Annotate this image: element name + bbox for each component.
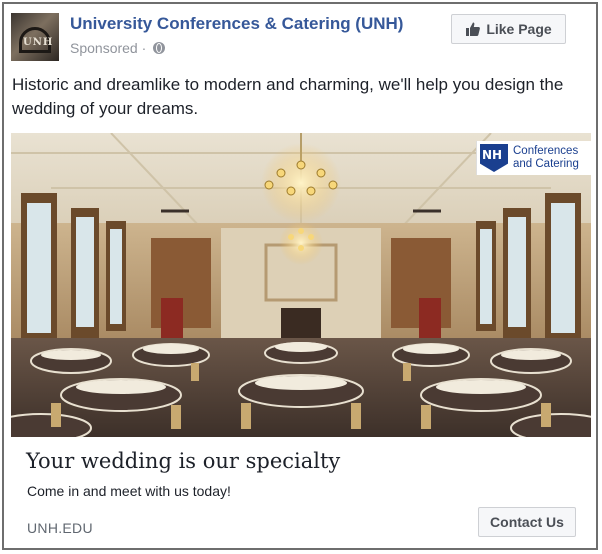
brand-line-1: Conferences (513, 145, 579, 157)
link-headline[interactable]: Your wedding is our specialty (26, 449, 340, 473)
brand-line-2: and Catering (513, 158, 579, 170)
link-domain: UNH.EDU (27, 520, 93, 536)
brand-text: Conferences and Catering (513, 145, 579, 171)
contact-us-button[interactable]: Contact Us (478, 507, 576, 537)
like-page-label: Like Page (486, 21, 552, 37)
sponsored-line: Sponsored · (70, 40, 166, 56)
ballroom-photo (11, 133, 591, 437)
meta-separator: · (137, 40, 151, 56)
unh-logo-text: NH (482, 148, 503, 162)
avatar-text: UNH (23, 37, 54, 48)
ad-image[interactable]: NH Conferences and Catering (11, 133, 591, 437)
link-description: Come in and meet with us today! (27, 483, 231, 499)
thumbs-up-icon (466, 22, 481, 36)
page-avatar[interactable]: UNH (11, 13, 59, 61)
sponsored-label[interactable]: Sponsored (70, 40, 138, 56)
brand-badge: NH Conferences and Catering (476, 141, 591, 175)
globe-icon (153, 42, 166, 54)
like-page-button[interactable]: Like Page (451, 14, 566, 44)
page-name-link[interactable]: University Conferences & Catering (UNH) (70, 14, 403, 34)
post-text: Historic and dreamlike to modern and cha… (12, 75, 564, 118)
unh-logo: NH (480, 144, 508, 172)
